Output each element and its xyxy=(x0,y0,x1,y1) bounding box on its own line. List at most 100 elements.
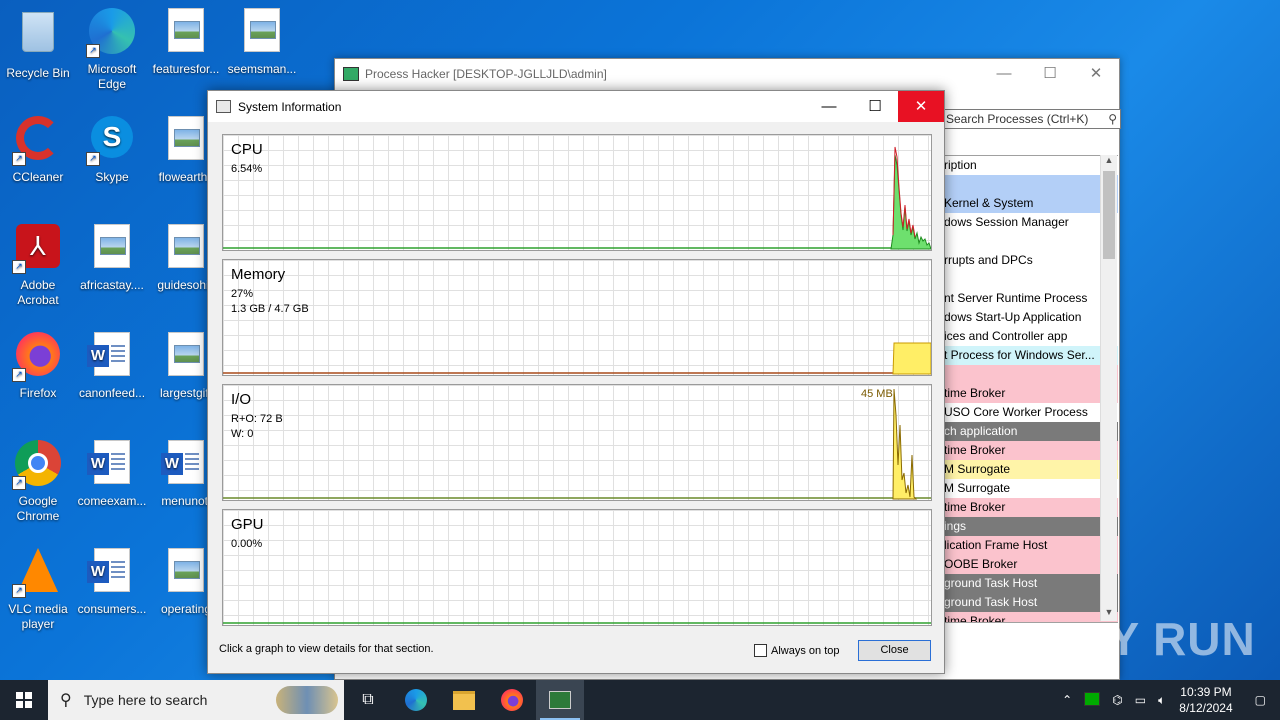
system-information-window[interactable]: System Information — ☐ ✕ CPU 6.54% Memor… xyxy=(207,90,945,674)
close-dialog-button[interactable]: Close xyxy=(858,640,931,661)
gpu-graph[interactable]: GPU 0.00% xyxy=(222,509,932,626)
search-icon: ⚲ xyxy=(60,692,72,709)
process-row[interactable]: nt Server Runtime Process xyxy=(942,289,1118,308)
desktop-icon-recycle-bin[interactable]: Recycle Bin xyxy=(0,8,76,81)
taskbar-file-explorer[interactable] xyxy=(440,680,488,720)
process-row[interactable]: ground Task Host xyxy=(942,574,1118,593)
io-graph[interactable]: I/O R+O: 72 B W: 0 45 MB xyxy=(222,384,932,501)
process-list-scrollbar[interactable]: ▲ ▼ xyxy=(1100,155,1117,621)
memory-usage: 1.3 GB / 4.7 GB xyxy=(231,303,309,315)
process-row[interactable]: dows Session Manager xyxy=(942,213,1118,232)
desktop-icon-file[interactable]: africastay.... xyxy=(74,224,150,293)
desktop-icon-word-file[interactable]: W comeexam... xyxy=(74,440,150,509)
scroll-up-icon[interactable]: ▲ xyxy=(1101,155,1117,169)
desktop-icon-word-file[interactable]: W consumers... xyxy=(74,548,150,617)
taskbar-process-hacker[interactable] xyxy=(536,680,584,720)
volume-icon[interactable]: 🔈︎ xyxy=(1152,693,1171,708)
recycle-bin-icon xyxy=(14,12,62,60)
desktop-icon-ccleaner[interactable]: ↗ CCleaner xyxy=(0,116,76,185)
desktop-icon-acrobat[interactable]: ⅄ ↗ Adobe Acrobat xyxy=(0,224,76,308)
word-document-icon: W xyxy=(87,548,136,596)
search-highlight-image xyxy=(276,686,338,714)
process-row[interactable]: ings xyxy=(942,517,1118,536)
always-on-top-checkbox[interactable]: Always on top xyxy=(754,644,839,657)
taskbar-firefox[interactable] xyxy=(488,680,536,720)
ccleaner-icon: ↗ xyxy=(12,116,62,166)
process-row[interactable]: t Process for Windows Ser... xyxy=(942,346,1118,365)
edge-icon xyxy=(405,689,427,711)
image-file-icon xyxy=(162,116,210,164)
process-row[interactable]: M Surrogate xyxy=(942,460,1118,479)
chevron-up-icon[interactable]: ⌃ xyxy=(1056,693,1078,707)
memory-graph-plot xyxy=(223,342,931,375)
close-button[interactable]: ✕ xyxy=(1073,59,1119,89)
footer-hint: Click a graph to view details for that s… xyxy=(219,643,434,655)
process-row[interactable]: dows Start-Up Application xyxy=(942,308,1118,327)
process-row[interactable]: time Broker xyxy=(942,441,1118,460)
memory-graph[interactable]: Memory 27% 1.3 GB / 4.7 GB xyxy=(222,259,932,376)
image-file-icon xyxy=(162,8,210,56)
image-file-icon xyxy=(88,224,136,272)
maximize-button[interactable]: ☐ xyxy=(852,91,898,122)
process-list[interactable]: ription Kernel & System dows Session Manag… xyxy=(941,155,1118,623)
cpu-value: 6.54% xyxy=(231,163,263,175)
taskbar-edge[interactable] xyxy=(392,680,440,720)
maximize-button[interactable]: ☐ xyxy=(1027,59,1073,89)
system-information-titlebar[interactable]: System Information — ☐ ✕ xyxy=(208,91,944,122)
process-row[interactable]: M Surrogate xyxy=(942,479,1118,498)
image-file-icon xyxy=(162,224,210,272)
desktop-icon-label: Recycle Bin xyxy=(6,66,70,80)
checkbox-box[interactable] xyxy=(754,644,767,657)
desktop-icon-file[interactable]: seemsman... xyxy=(224,8,300,77)
windows-logo-icon xyxy=(16,692,32,708)
process-row[interactable]: Kernel & System xyxy=(942,194,1118,213)
desktop-icon-label: operating xyxy=(160,602,212,616)
process-row[interactable]: ices and Controller app xyxy=(942,327,1118,346)
cpu-label: CPU xyxy=(231,141,263,158)
process-row[interactable]: ription xyxy=(942,156,1118,175)
minimize-button[interactable]: — xyxy=(981,59,1027,89)
desktop-icon-label: largestgift xyxy=(159,386,213,400)
process-row[interactable]: time Broker xyxy=(942,498,1118,517)
display-icon[interactable]: ▭ xyxy=(1129,693,1152,707)
desktop-icon-skype[interactable]: S ↗ Skype xyxy=(74,116,150,185)
process-row[interactable] xyxy=(942,232,1118,251)
system-information-app-icon xyxy=(216,100,231,113)
process-row[interactable]: rrupts and DPCs xyxy=(942,251,1118,270)
taskbar-search-box[interactable]: ⚲ Type here to search xyxy=(48,680,344,720)
desktop-icon-vlc[interactable]: ↗ VLC media player xyxy=(0,548,76,632)
minimize-button[interactable]: — xyxy=(806,91,852,122)
cpu-graph[interactable]: CPU 6.54% xyxy=(222,134,932,251)
process-row[interactable] xyxy=(942,365,1118,384)
io-peak-label: 45 MB xyxy=(861,388,893,400)
process-row[interactable]: OOBE Broker xyxy=(942,555,1118,574)
taskbar: ⚲ Type here to search ⧉ ⌃ ⌬ ▭ 🔈︎ 10:39 P… xyxy=(0,680,1280,720)
task-view-button[interactable]: ⧉ xyxy=(344,680,392,720)
taskbar-clock[interactable]: 10:39 PM 8/12/2024 xyxy=(1171,684,1240,716)
process-search-input[interactable]: Search Processes (Ctrl+K) ⚲ xyxy=(941,109,1121,129)
network-icon[interactable]: ⌬ xyxy=(1106,693,1128,707)
process-row[interactable]: USO Core Worker Process xyxy=(942,403,1118,422)
desktop-icon-label: CCleaner xyxy=(12,170,64,184)
start-button[interactable] xyxy=(0,680,48,720)
desktop-icon-file[interactable]: featuresfor... xyxy=(148,8,224,77)
memory-percent: 27% xyxy=(231,288,254,300)
process-hacker-tray-icon[interactable] xyxy=(1078,691,1106,709)
process-row[interactable]: time Broker xyxy=(942,384,1118,403)
notifications-icon[interactable]: ▢ xyxy=(1241,693,1280,707)
close-button[interactable]: ✕ xyxy=(898,91,944,122)
desktop-icon-word-file[interactable]: W canonfeed... xyxy=(74,332,150,401)
process-row[interactable]: ground Task Host xyxy=(942,593,1118,612)
desktop-icon-firefox[interactable]: ↗ Firefox xyxy=(0,332,76,401)
desktop-icon-edge[interactable]: ↗ Microsoft Edge xyxy=(74,8,150,92)
word-document-icon: W xyxy=(161,440,210,488)
process-row[interactable] xyxy=(942,270,1118,289)
clock-time: 10:39 PM xyxy=(1180,685,1232,699)
process-row[interactable] xyxy=(942,175,1118,194)
process-row[interactable]: ch application xyxy=(942,422,1118,441)
process-row[interactable]: lication Frame Host xyxy=(942,536,1118,555)
desktop-icon-chrome[interactable]: ↗ Google Chrome xyxy=(0,440,76,524)
edge-icon: ↗ xyxy=(86,8,136,58)
scrollbar-thumb[interactable] xyxy=(1103,171,1115,259)
desktop-icon-label: featuresfor... xyxy=(152,62,220,76)
